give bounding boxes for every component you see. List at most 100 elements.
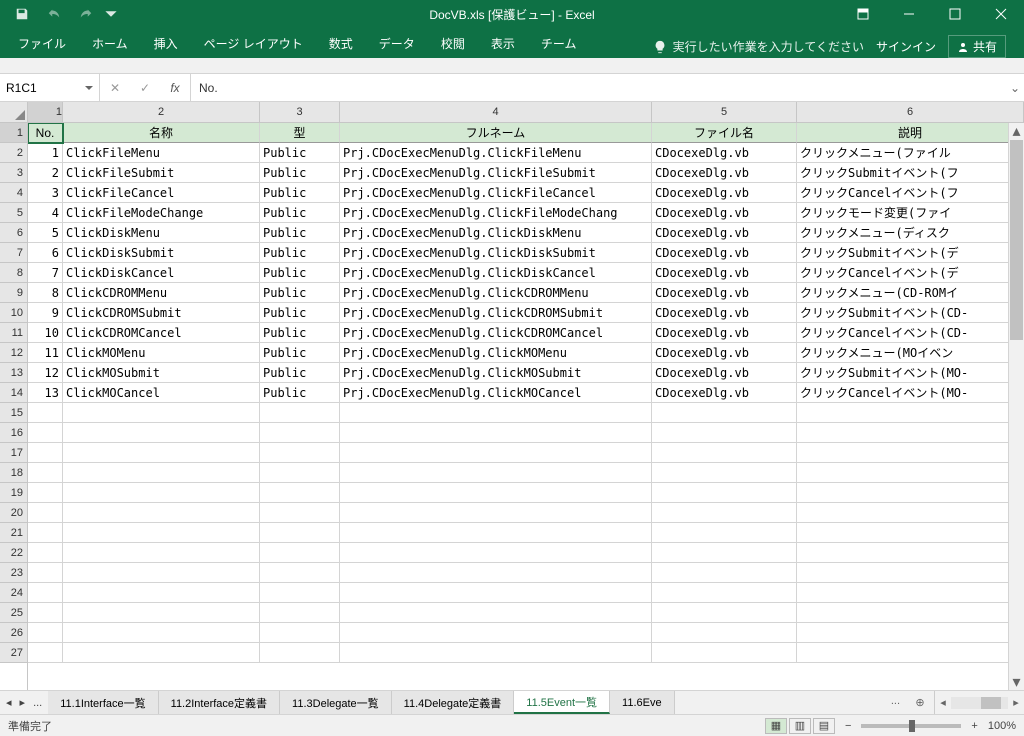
data-cell[interactable] (260, 403, 340, 423)
redo-button[interactable] (72, 1, 100, 27)
data-cell[interactable] (652, 423, 797, 443)
data-cell[interactable]: Public (260, 143, 340, 163)
normal-view-button[interactable]: ▦ (765, 718, 787, 734)
scroll-left-icon[interactable]: ◂ (935, 696, 951, 709)
ribbon-tab[interactable]: ホーム (80, 29, 140, 58)
data-cell[interactable] (260, 623, 340, 643)
column-header[interactable]: 5 (652, 102, 797, 122)
data-cell[interactable]: 13 (28, 383, 63, 403)
data-cell[interactable]: クリックSubmitイベント(MO- (797, 363, 1024, 383)
data-cell[interactable] (797, 443, 1024, 463)
column-header[interactable]: 2 (63, 102, 260, 122)
vertical-scrollbar[interactable]: ▴ ▾ (1008, 123, 1024, 690)
row-header[interactable]: 14 (0, 383, 27, 403)
data-cell[interactable]: Prj.CDocExecMenuDlg.ClickCDROMSubmit (340, 303, 652, 323)
sheet-tab[interactable]: 11.4Delegate定義書 (392, 691, 515, 714)
row-header[interactable]: 25 (0, 603, 27, 623)
data-cell[interactable]: クリックSubmitイベント(フ (797, 163, 1024, 183)
data-cell[interactable] (652, 523, 797, 543)
data-cell[interactable]: CDocexeDlg.vb (652, 243, 797, 263)
row-header[interactable]: 3 (0, 163, 27, 183)
data-cell[interactable]: ClickCDROMCancel (63, 323, 260, 343)
data-cell[interactable]: CDocexeDlg.vb (652, 303, 797, 323)
column-header[interactable]: 3 (260, 102, 340, 122)
data-cell[interactable]: Public (260, 283, 340, 303)
data-cell[interactable]: クリックSubmitイベント(CD- (797, 303, 1024, 323)
data-cell[interactable]: ClickMOSubmit (63, 363, 260, 383)
data-cell[interactable]: ClickFileCancel (63, 183, 260, 203)
data-cell[interactable] (652, 643, 797, 663)
column-header[interactable]: 6 (797, 102, 1024, 122)
row-header[interactable]: 23 (0, 563, 27, 583)
data-cell[interactable]: Public (260, 363, 340, 383)
data-cell[interactable] (28, 503, 63, 523)
data-cell[interactable] (63, 403, 260, 423)
data-cell[interactable] (652, 623, 797, 643)
row-header[interactable]: 21 (0, 523, 27, 543)
data-cell[interactable]: クリックCancelイベント(デ (797, 263, 1024, 283)
minimize-button[interactable] (886, 0, 932, 28)
data-cell[interactable]: クリックSubmitイベント(デ (797, 243, 1024, 263)
row-header[interactable]: 15 (0, 403, 27, 423)
data-cell[interactable] (28, 603, 63, 623)
data-cell[interactable] (652, 603, 797, 623)
ribbon-tab[interactable]: ファイル (6, 29, 78, 58)
data-cell[interactable]: CDocexeDlg.vb (652, 143, 797, 163)
data-cell[interactable] (797, 483, 1024, 503)
data-cell[interactable] (28, 583, 63, 603)
close-button[interactable] (978, 0, 1024, 28)
data-cell[interactable] (63, 483, 260, 503)
save-button[interactable] (8, 1, 36, 27)
data-cell[interactable] (28, 543, 63, 563)
row-header[interactable]: 12 (0, 343, 27, 363)
column-header[interactable]: 4 (340, 102, 652, 122)
row-header[interactable]: 24 (0, 583, 27, 603)
insert-function-button[interactable]: fx (160, 74, 190, 101)
data-cell[interactable] (260, 563, 340, 583)
sheet-tab[interactable]: 11.3Delegate一覧 (280, 691, 392, 714)
data-cell[interactable]: クリックメニュー(MOイベン (797, 343, 1024, 363)
data-cell[interactable]: Prj.CDocExecMenuDlg.ClickCDROMMenu (340, 283, 652, 303)
data-cell[interactable] (63, 563, 260, 583)
data-cell[interactable]: Prj.CDocExecMenuDlg.ClickMOSubmit (340, 363, 652, 383)
header-cell[interactable]: 名称 (63, 123, 260, 143)
data-cell[interactable] (28, 483, 63, 503)
data-cell[interactable]: Public (260, 223, 340, 243)
data-cell[interactable]: CDocexeDlg.vb (652, 223, 797, 243)
data-cell[interactable]: ClickDiskSubmit (63, 243, 260, 263)
data-cell[interactable]: Prj.CDocExecMenuDlg.ClickMOMenu (340, 343, 652, 363)
data-cell[interactable]: ClickFileSubmit (63, 163, 260, 183)
data-cell[interactable] (63, 643, 260, 663)
row-header[interactable]: 17 (0, 443, 27, 463)
data-cell[interactable]: 7 (28, 263, 63, 283)
row-header[interactable]: 2 (0, 143, 27, 163)
data-cell[interactable] (63, 543, 260, 563)
header-cell[interactable]: 説明 (797, 123, 1024, 143)
data-cell[interactable] (652, 443, 797, 463)
data-cell[interactable]: Prj.CDocExecMenuDlg.ClickMOCancel (340, 383, 652, 403)
data-cell[interactable]: ClickDiskMenu (63, 223, 260, 243)
row-header[interactable]: 9 (0, 283, 27, 303)
data-cell[interactable]: ClickFileMenu (63, 143, 260, 163)
row-header[interactable]: 6 (0, 223, 27, 243)
data-cell[interactable]: 10 (28, 323, 63, 343)
data-cell[interactable] (340, 463, 652, 483)
name-box[interactable]: R1C1 (0, 74, 100, 101)
data-cell[interactable]: ClickCDROMSubmit (63, 303, 260, 323)
data-cell[interactable] (652, 503, 797, 523)
tab-ellipsis-left[interactable]: ... (33, 697, 42, 709)
data-cell[interactable]: Prj.CDocExecMenuDlg.ClickCDROMCancel (340, 323, 652, 343)
data-cell[interactable] (340, 483, 652, 503)
data-cell[interactable] (260, 643, 340, 663)
data-cell[interactable]: 4 (28, 203, 63, 223)
data-cell[interactable] (260, 503, 340, 523)
data-cell[interactable]: CDocexeDlg.vb (652, 363, 797, 383)
data-cell[interactable]: ClickCDROMMenu (63, 283, 260, 303)
select-all-corner[interactable] (0, 102, 27, 123)
header-cell[interactable]: 型 (260, 123, 340, 143)
row-header[interactable]: 4 (0, 183, 27, 203)
data-cell[interactable] (260, 523, 340, 543)
ribbon-tab[interactable]: 数式 (317, 29, 365, 58)
zoom-in-button[interactable]: + (971, 720, 977, 732)
data-cell[interactable] (260, 483, 340, 503)
